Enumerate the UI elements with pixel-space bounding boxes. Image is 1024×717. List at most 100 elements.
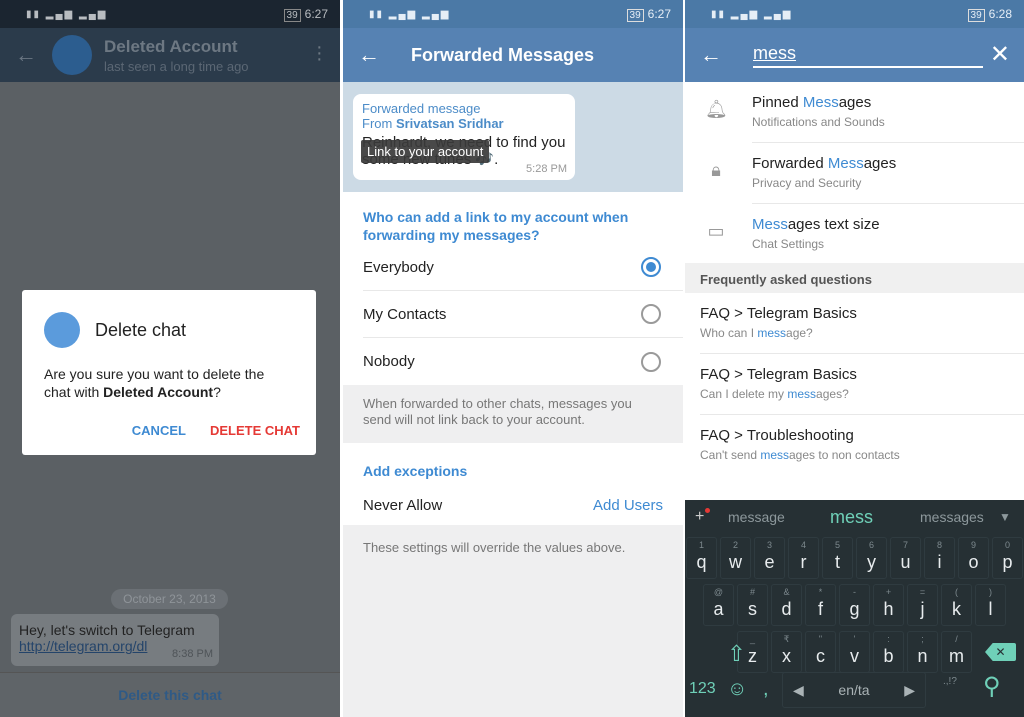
from-label: From [362, 116, 396, 131]
from-name: Srivatsan Sridhar [395, 116, 504, 131]
chat-bubble-icon: ▭ [707, 221, 725, 241]
key-i[interactable]: 8i [924, 537, 955, 579]
result-subtitle: Chat Settings [752, 237, 825, 251]
key-u[interactable]: 7u [890, 537, 921, 579]
key-t[interactable]: 5t [822, 537, 853, 579]
radio[interactable] [641, 304, 661, 324]
suggestion-bar: + message mess messages ▼ [685, 500, 1024, 534]
delete-this-chat-button[interactable]: Delete this chat [0, 672, 340, 717]
period-key[interactable]: .,!? [943, 676, 957, 687]
section-header: Who can add a link to my account when fo… [363, 209, 629, 243]
key-e[interactable]: 3e [754, 537, 785, 579]
search-result[interactable]: 🔒︎ Forwarded Messages Privacy and Security [685, 143, 1024, 204]
key-r[interactable]: 4r [788, 537, 819, 579]
option-nobody[interactable]: Nobody [363, 338, 683, 385]
option-my-contacts[interactable]: My Contacts [363, 291, 683, 338]
key-l[interactable]: ) l [975, 584, 1006, 626]
delete-chat-dialog: Delete chat Are you sure you want to del… [22, 290, 316, 455]
key-q[interactable]: 1q [686, 537, 717, 579]
key-k[interactable]: (k [941, 584, 972, 626]
key-a[interactable]: @ a [703, 584, 734, 626]
avatar[interactable] [52, 35, 92, 75]
result-subtitle: Notifications and Sounds [752, 115, 885, 129]
bell-icon: 🔔︎ [705, 99, 728, 119]
key-w[interactable]: 2w [720, 537, 751, 579]
expand-suggestions-icon[interactable]: ▼ [999, 510, 1011, 524]
key-h[interactable]: + h [873, 584, 904, 626]
cancel-button[interactable]: CANCEL [132, 423, 186, 438]
dialog-title: Delete chat [95, 319, 187, 340]
tooltip: Link to your account [361, 140, 490, 163]
radio[interactable] [641, 351, 661, 372]
comma-key[interactable]: , [763, 678, 769, 701]
option-everybody[interactable]: Everybody [363, 244, 683, 291]
plus-icon[interactable]: + [695, 508, 711, 526]
search-input[interactable]: mess [753, 43, 983, 68]
chat-subtitle: last seen a long time ago [104, 58, 249, 74]
page-title: Forwarded Messages [411, 44, 595, 65]
settings-search-screen: ▮▮ ▂▄▆ ▂▄▆ 39 6:28 ← mess ✕ 🔔︎ Pinned Message… [685, 0, 1024, 717]
key-p[interactable]: 0p [992, 537, 1023, 579]
suggestion[interactable]: messages [920, 509, 984, 525]
faq-item[interactable]: FAQ > Troubleshooting Can't send messages… [685, 415, 1024, 476]
dialog-text-suffix: ? [213, 384, 221, 400]
key-j[interactable]: = j [907, 584, 938, 626]
space-key[interactable]: ◀ en/ta ▶ [782, 672, 926, 708]
emoji-icon[interactable]: ☺ [727, 678, 747, 701]
dialog-text-name: Deleted Account [103, 384, 214, 400]
suggestion-current[interactable]: mess [830, 507, 873, 528]
back-arrow-icon[interactable]: ← [685, 42, 737, 68]
close-icon[interactable]: ✕ [990, 40, 1010, 69]
shift-icon[interactable]: ⇧ [721, 635, 752, 677]
signal-icon: ▮▮ ▂▄▆ ▂▄▆ [711, 8, 793, 20]
add-users-button[interactable]: Add Users [593, 497, 663, 514]
privacy-options: Who can add a link to my account when fo… [343, 192, 683, 385]
key-s[interactable]: # s [737, 584, 768, 626]
faq-item[interactable]: FAQ > Telegram Basics Can I delete my mes… [685, 354, 1024, 415]
key-b[interactable]: :b [873, 631, 904, 673]
key-d[interactable]: & d [771, 584, 802, 626]
battery-icon: 39 [967, 9, 985, 22]
faq-header: Frequently asked questions [685, 263, 1024, 293]
radio-selected[interactable] [641, 257, 661, 277]
faq-item[interactable]: FAQ > Telegram Basics Who can I message? [685, 293, 1024, 354]
message-time: 5:28 PM [526, 163, 567, 175]
search-icon[interactable]: ⚲ [983, 672, 1001, 701]
battery-icon: 39 [283, 9, 301, 22]
back-arrow-icon[interactable]: ← [343, 42, 395, 68]
faq-question: Who can I message? [700, 326, 813, 340]
suggestion[interactable]: message [728, 509, 785, 525]
option-label: My Contacts [363, 305, 447, 323]
chat-title: Deleted Account [104, 36, 238, 56]
forwarded-from: From Srivatsan Sridhar [362, 116, 566, 131]
key-o[interactable]: 9o [958, 537, 989, 579]
key-c[interactable]: " c [805, 631, 836, 673]
message-link[interactable]: http://telegram.org/dl [19, 638, 147, 654]
key-y[interactable]: 6y [856, 537, 887, 579]
key-x[interactable]: ₹ x [771, 631, 802, 673]
search-header: ← mess ✕ [685, 28, 1024, 82]
search-result[interactable]: 🔔︎ Pinned Messages Notifications and Sound… [685, 82, 1024, 143]
keyboard: + message mess messages ▼ 1q2w3e4r5t6y7u… [685, 500, 1024, 717]
dialog-text: Are you sure you want to delete the chat… [44, 365, 294, 401]
option-label: Nobody [363, 353, 415, 370]
numbers-key[interactable]: 123 [689, 680, 716, 698]
search-result[interactable]: ▭ Messages text size Chat Settings [685, 204, 1024, 265]
key-n[interactable]: ; n [907, 631, 938, 673]
more-menu-icon[interactable]: · · · [316, 37, 323, 69]
key-v[interactable]: ' v [839, 631, 870, 673]
delete-chat-button[interactable]: DELETE CHAT [210, 423, 300, 438]
key-g[interactable]: -g [839, 584, 870, 626]
chat-preview: Forwarded message From Srivatsan Sridhar… [343, 82, 683, 192]
left-arrow-icon: ◀ [793, 681, 804, 698]
signal-icon: ▮▮ ▂▄▆ ▂▄▆ [26, 8, 108, 20]
section-header: Add exceptions [363, 463, 468, 479]
key-f[interactable]: * f [805, 584, 836, 626]
backspace-icon[interactable]: ✕ [985, 635, 1016, 677]
forwarded-messages-screen: ▮▮ ▂▄▆ ▂▄▆ 39 6:27 ← Forwarded Messages For… [343, 0, 683, 717]
result-title: Forwarded Messages [752, 155, 897, 172]
key-m[interactable]: / m [941, 631, 972, 673]
back-arrow-icon[interactable]: ← [0, 42, 52, 68]
result-title: Messages text size [752, 216, 880, 233]
right-arrow-icon: ▶ [904, 681, 915, 698]
